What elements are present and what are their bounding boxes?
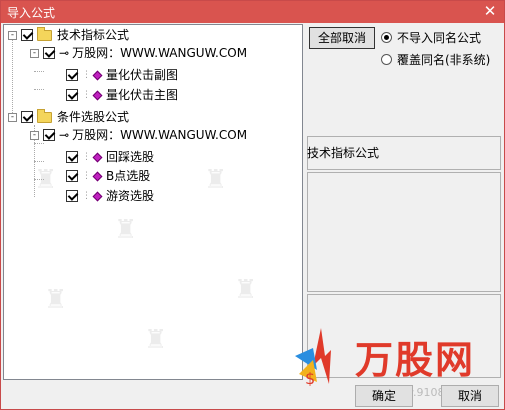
title-bar[interactable]: 导入公式 ✕ bbox=[1, 1, 504, 23]
formula-checkbox[interactable] bbox=[66, 89, 78, 101]
brand-logo-icon: $ bbox=[291, 326, 351, 388]
group-label: 万股网：WWW.WANGUW.COM bbox=[72, 128, 248, 142]
formula-icon bbox=[92, 152, 103, 162]
dialog-title: 导入公式 bbox=[7, 6, 56, 20]
watermark-logo: ♜ bbox=[44, 285, 68, 315]
collapse-icon[interactable]: - bbox=[30, 48, 39, 58]
formula-checkbox[interactable] bbox=[66, 151, 78, 163]
formula-checkbox[interactable] bbox=[66, 190, 78, 202]
tree-node-group[interactable]: - ⊸ 万股网：WWW.WANGUW.COM bbox=[30, 126, 247, 144]
watermark-logo: ♜ bbox=[34, 165, 58, 195]
collapse-icon[interactable]: - bbox=[8, 112, 17, 122]
tree-node-group[interactable]: - ⊸ 万股网：WWW.WANGUW.COM bbox=[30, 44, 247, 62]
tree-node-category[interactable]: - 条件选股公式 bbox=[8, 108, 129, 126]
cancel-all-button[interactable]: 全部取消 bbox=[309, 27, 375, 49]
group-checkbox[interactable] bbox=[43, 129, 55, 141]
radio-no-import[interactable]: 不导入同名公式 bbox=[381, 29, 481, 46]
group-label: 万股网：WWW.WANGUW.COM bbox=[72, 46, 248, 60]
watermark-logo: ♜ bbox=[144, 325, 168, 355]
formula-checkbox[interactable] bbox=[66, 69, 78, 81]
tree-node-formula[interactable]: ⋮ 量化伏击副图 bbox=[66, 66, 178, 84]
formula-icon bbox=[92, 191, 103, 201]
formula-label: 回踩选股 bbox=[106, 150, 155, 164]
formula-type-label: 技术指标公式 bbox=[307, 146, 380, 160]
category-label: 条件选股公式 bbox=[57, 110, 130, 124]
category-checkbox[interactable] bbox=[21, 111, 33, 123]
formula-info-panel bbox=[307, 172, 501, 292]
tree-node-category[interactable]: - 技术指标公式 bbox=[8, 26, 129, 44]
radio-unselected-icon[interactable] bbox=[381, 54, 392, 65]
brand-name: 万股网 bbox=[355, 337, 476, 382]
radio-overwrite[interactable]: 覆盖同名(非系统) bbox=[381, 51, 490, 68]
collapse-icon[interactable]: - bbox=[30, 130, 39, 140]
import-formula-dialog: 导入公式 ✕ ♜ ♜ ♜ ♜ ♜ ♜ - 技术指标公式 - ⊸ 万股网：WWW.… bbox=[0, 0, 505, 410]
folder-icon bbox=[37, 108, 52, 123]
radio-overwrite-label: 覆盖同名(非系统) bbox=[397, 53, 491, 67]
tree-node-formula[interactable]: ⋮ 回踩选股 bbox=[66, 148, 154, 166]
formula-icon bbox=[92, 90, 103, 100]
watermark-logo: ♜ bbox=[234, 275, 258, 305]
key-icon: ⊸ bbox=[59, 46, 69, 60]
collapse-icon[interactable]: - bbox=[8, 30, 17, 40]
formula-checkbox[interactable] bbox=[66, 170, 78, 182]
tree-node-formula[interactable]: ⋮ 游资选股 bbox=[66, 187, 154, 205]
cancel-button[interactable]: 取消 bbox=[441, 385, 499, 407]
formula-label: B点选股 bbox=[106, 169, 151, 183]
tree-node-formula[interactable]: ⋮ 量化伏击主图 bbox=[66, 86, 178, 104]
brand-watermark: $ 万股网 www.91082.com bbox=[291, 326, 478, 399]
close-icon[interactable]: ✕ bbox=[482, 3, 498, 19]
formula-label: 游资选股 bbox=[106, 189, 155, 203]
group-checkbox[interactable] bbox=[43, 47, 55, 59]
folder-icon bbox=[37, 26, 52, 41]
footer-bar: 确定 取消 bbox=[3, 381, 502, 409]
tree-node-formula[interactable]: ⋮ B点选股 bbox=[66, 167, 150, 185]
radio-no-import-label: 不导入同名公式 bbox=[397, 31, 482, 45]
ok-button[interactable]: 确定 bbox=[355, 385, 413, 407]
formula-label: 量化伏击副图 bbox=[106, 68, 179, 82]
key-icon: ⊸ bbox=[59, 128, 69, 142]
watermark-logo: ♜ bbox=[114, 215, 138, 245]
formula-label: 量化伏击主图 bbox=[106, 88, 179, 102]
formula-icon bbox=[92, 70, 103, 80]
category-label: 技术指标公式 bbox=[57, 28, 130, 42]
formula-icon bbox=[92, 171, 103, 181]
category-checkbox[interactable] bbox=[21, 29, 33, 41]
radio-selected-icon[interactable] bbox=[381, 32, 392, 43]
formula-tree[interactable]: ♜ ♜ ♜ ♜ ♜ ♜ - 技术指标公式 - ⊸ 万股网：WWW.WANGUW.… bbox=[3, 24, 303, 380]
watermark-logo: ♜ bbox=[204, 165, 228, 195]
